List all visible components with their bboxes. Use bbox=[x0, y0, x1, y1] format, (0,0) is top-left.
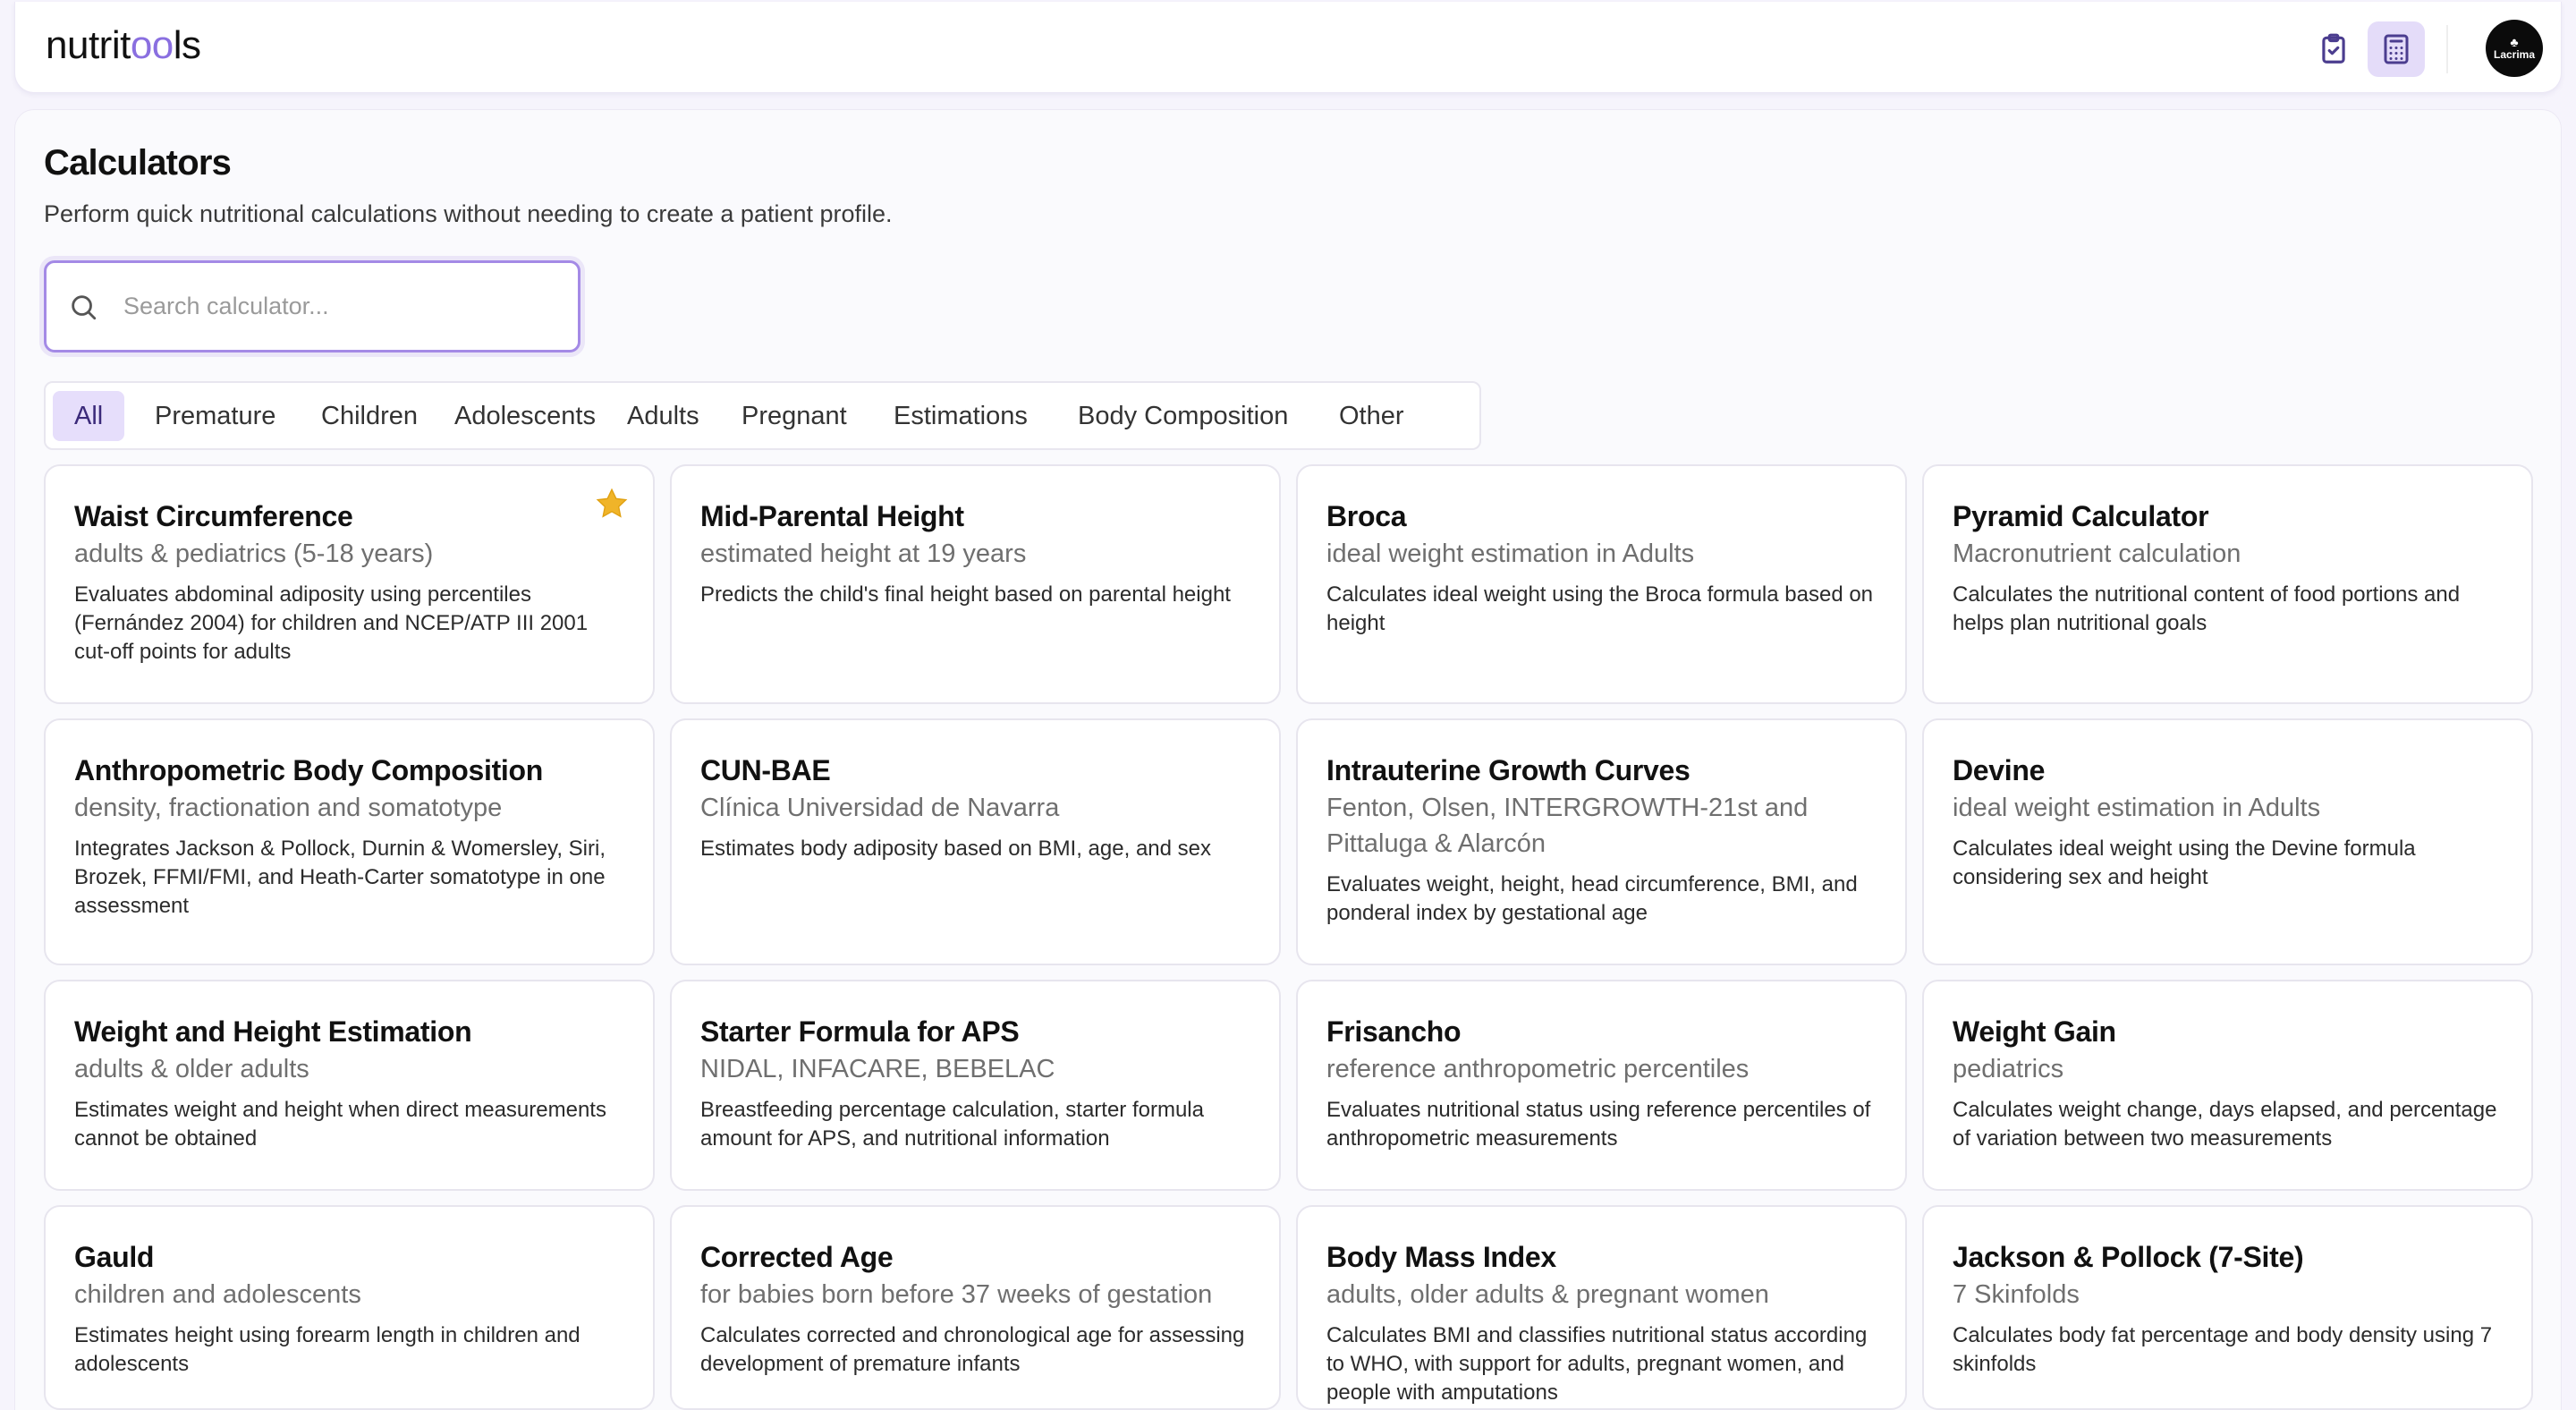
card-title: Starter Formula for APS bbox=[700, 1015, 1020, 1048]
card-title: Weight and Height Estimation bbox=[74, 1015, 472, 1048]
card-description: Calculates corrected and chronological a… bbox=[700, 1323, 1245, 1376]
calculator-card-anthropometric-body-composition[interactable]: Anthropometric Body Composition density,… bbox=[44, 718, 655, 965]
avatar-label: Lacrima bbox=[2493, 48, 2536, 61]
calculator-card-devine[interactable]: Devine ideal weight estimation in Adults… bbox=[1922, 718, 2533, 965]
card-subtitle: children and adolescents bbox=[74, 1280, 361, 1309]
card-subtitle: reference anthropometric percentiles bbox=[1326, 1055, 1750, 1083]
calculator-card-weight-gain[interactable]: Weight Gain pediatrics Calculates weight… bbox=[1922, 980, 2533, 1191]
card-description: Estimates weight and height when direct … bbox=[74, 1098, 606, 1151]
calculator-card-cun-bae[interactable]: CUN-BAE Clínica Universidad de Navarra E… bbox=[670, 718, 1281, 965]
calculator-card-starter-formula-aps[interactable]: Starter Formula for APS NIDAL, INFACARE,… bbox=[670, 980, 1281, 1191]
tab-all[interactable]: All bbox=[53, 391, 125, 441]
card-description: Evaluates abdominal adiposity using perc… bbox=[74, 582, 589, 664]
top-bar: nutritools ♣ Lacrima bbox=[14, 2, 2562, 93]
calculator-card-mid-parental-height[interactable]: Mid-Parental Height estimated height at … bbox=[670, 464, 1281, 704]
card-subtitle: adults, older adults & pregnant women bbox=[1326, 1280, 1769, 1309]
card-description: Breastfeeding percentage calculation, st… bbox=[700, 1098, 1204, 1151]
card-subtitle: estimated height at 19 years bbox=[700, 539, 1027, 568]
calculator-button[interactable] bbox=[2368, 21, 2425, 77]
card-description: Calculates BMI and classifies nutritiona… bbox=[1326, 1323, 1868, 1405]
card-title: Frisancho bbox=[1326, 1015, 1462, 1048]
card-title: Anthropometric Body Composition bbox=[74, 754, 544, 786]
card-description: Calculates body fat percentage and body … bbox=[1953, 1323, 2493, 1376]
search-box[interactable] bbox=[44, 260, 580, 352]
card-title: Mid-Parental Height bbox=[700, 500, 964, 532]
card-description: Calculates the nutritional content of fo… bbox=[1953, 582, 2461, 635]
card-title: Corrected Age bbox=[700, 1241, 894, 1273]
card-subtitle: for babies born before 37 weeks of gesta… bbox=[700, 1280, 1213, 1309]
card-title: Intrauterine Growth Curves bbox=[1326, 754, 1690, 786]
card-subtitle: pediatrics bbox=[1953, 1055, 2064, 1083]
card-description: Calculates ideal weight using the Broca … bbox=[1326, 582, 1874, 635]
card-subtitle: density, fractionation and somatotype bbox=[74, 794, 503, 822]
card-title: Pyramid Calculator bbox=[1953, 500, 2209, 532]
card-subtitle: Macronutrient calculation bbox=[1953, 539, 2241, 568]
tab-body-composition[interactable]: Body Composition bbox=[1056, 391, 1309, 441]
tab-pregnant[interactable]: Pregnant bbox=[720, 391, 869, 441]
card-title: Body Mass Index bbox=[1326, 1241, 1556, 1273]
card-description: Calculates weight change, days elapsed, … bbox=[1953, 1098, 2497, 1151]
card-title: CUN-BAE bbox=[700, 754, 831, 786]
card-title: Waist Circumference bbox=[74, 500, 353, 532]
tab-estimations[interactable]: Estimations bbox=[872, 391, 1049, 441]
card-subtitle: NIDAL, INFACARE, BEBELAC bbox=[700, 1055, 1055, 1083]
favorite-star-icon[interactable] bbox=[594, 486, 630, 522]
calculator-card-pyramid[interactable]: Pyramid Calculator Macronutrient calcula… bbox=[1922, 464, 2533, 704]
card-subtitle: adults & older adults bbox=[74, 1055, 309, 1083]
calculator-card-broca[interactable]: Broca ideal weight estimation in Adults … bbox=[1296, 464, 1907, 704]
search-icon bbox=[72, 294, 97, 319]
tab-children[interactable]: Children bbox=[300, 391, 439, 441]
card-description: Evaluates weight, height, head circumfer… bbox=[1326, 872, 1858, 925]
calculator-card-frisancho[interactable]: Frisancho reference anthropometric perce… bbox=[1296, 980, 1907, 1191]
clipboard-check-button[interactable] bbox=[2305, 21, 2362, 77]
card-title: Devine bbox=[1953, 754, 2046, 786]
avatar-logo-icon: ♣ bbox=[2510, 35, 2519, 49]
clipboard-check-icon bbox=[2322, 33, 2345, 64]
page-title: Calculators bbox=[44, 143, 232, 183]
card-title: Gauld bbox=[74, 1241, 155, 1273]
card-description: Predicts the child's final height based … bbox=[700, 582, 1231, 607]
calculator-card-body-mass-index[interactable]: Body Mass Index adults, older adults & p… bbox=[1296, 1205, 1907, 1410]
card-subtitle: Clínica Universidad de Navarra bbox=[700, 794, 1060, 822]
card-title: Weight Gain bbox=[1953, 1015, 2116, 1048]
category-tabs: All Premature Children Adolescents Adult… bbox=[44, 381, 1481, 450]
page-subtitle: Perform quick nutritional calculations w… bbox=[44, 200, 893, 227]
avatar[interactable]: ♣ Lacrima bbox=[2486, 20, 2543, 77]
tab-adults[interactable]: Adults bbox=[606, 391, 721, 441]
tab-premature[interactable]: Premature bbox=[133, 391, 297, 441]
card-description: Calculates ideal weight using the Devine… bbox=[1953, 837, 2416, 889]
tab-adolescents[interactable]: Adolescents bbox=[433, 391, 617, 441]
card-description: Estimates body adiposity based on BMI, a… bbox=[700, 837, 1211, 861]
tab-other[interactable]: Other bbox=[1318, 391, 1426, 441]
card-description: Estimates height using forearm length in… bbox=[74, 1323, 580, 1376]
card-title: Jackson & Pollock (7-Site) bbox=[1953, 1241, 2304, 1273]
calculator-icon bbox=[2384, 34, 2409, 64]
card-subtitle: ideal weight estimation in Adults bbox=[1953, 794, 2321, 822]
card-subtitle: 7 Skinfolds bbox=[1953, 1280, 2080, 1309]
card-description: Integrates Jackson & Pollock, Durnin & W… bbox=[74, 837, 606, 918]
calculator-card-gauld[interactable]: Gauld children and adolescents Estimates… bbox=[44, 1205, 655, 1410]
card-subtitle: adults & pediatrics (5-18 years) bbox=[74, 539, 434, 568]
card-subtitle: ideal weight estimation in Adults bbox=[1326, 539, 1695, 568]
header-divider bbox=[2446, 25, 2448, 73]
card-subtitle: Fenton, Olsen, INTERGROWTH-21st and Pitt… bbox=[1326, 794, 1809, 858]
card-title: Broca bbox=[1326, 500, 1407, 532]
app-logo[interactable]: nutritools bbox=[46, 23, 201, 68]
calculator-card-corrected-age[interactable]: Corrected Age for babies born before 37 … bbox=[670, 1205, 1281, 1410]
search-input[interactable] bbox=[123, 293, 553, 320]
calculator-card-jackson-pollock-7[interactable]: Jackson & Pollock (7-Site) 7 Skinfolds C… bbox=[1922, 1205, 2533, 1410]
calculator-card-weight-height-estimation[interactable]: Weight and Height Estimation adults & ol… bbox=[44, 980, 655, 1191]
card-description: Evaluates nutritional status using refer… bbox=[1326, 1098, 1871, 1151]
calculator-card-intrauterine-growth-curves[interactable]: Intrauterine Growth Curves Fenton, Olsen… bbox=[1296, 718, 1907, 965]
calculator-card-waist-circumference[interactable]: Waist Circumference adults & pediatrics … bbox=[44, 464, 655, 704]
